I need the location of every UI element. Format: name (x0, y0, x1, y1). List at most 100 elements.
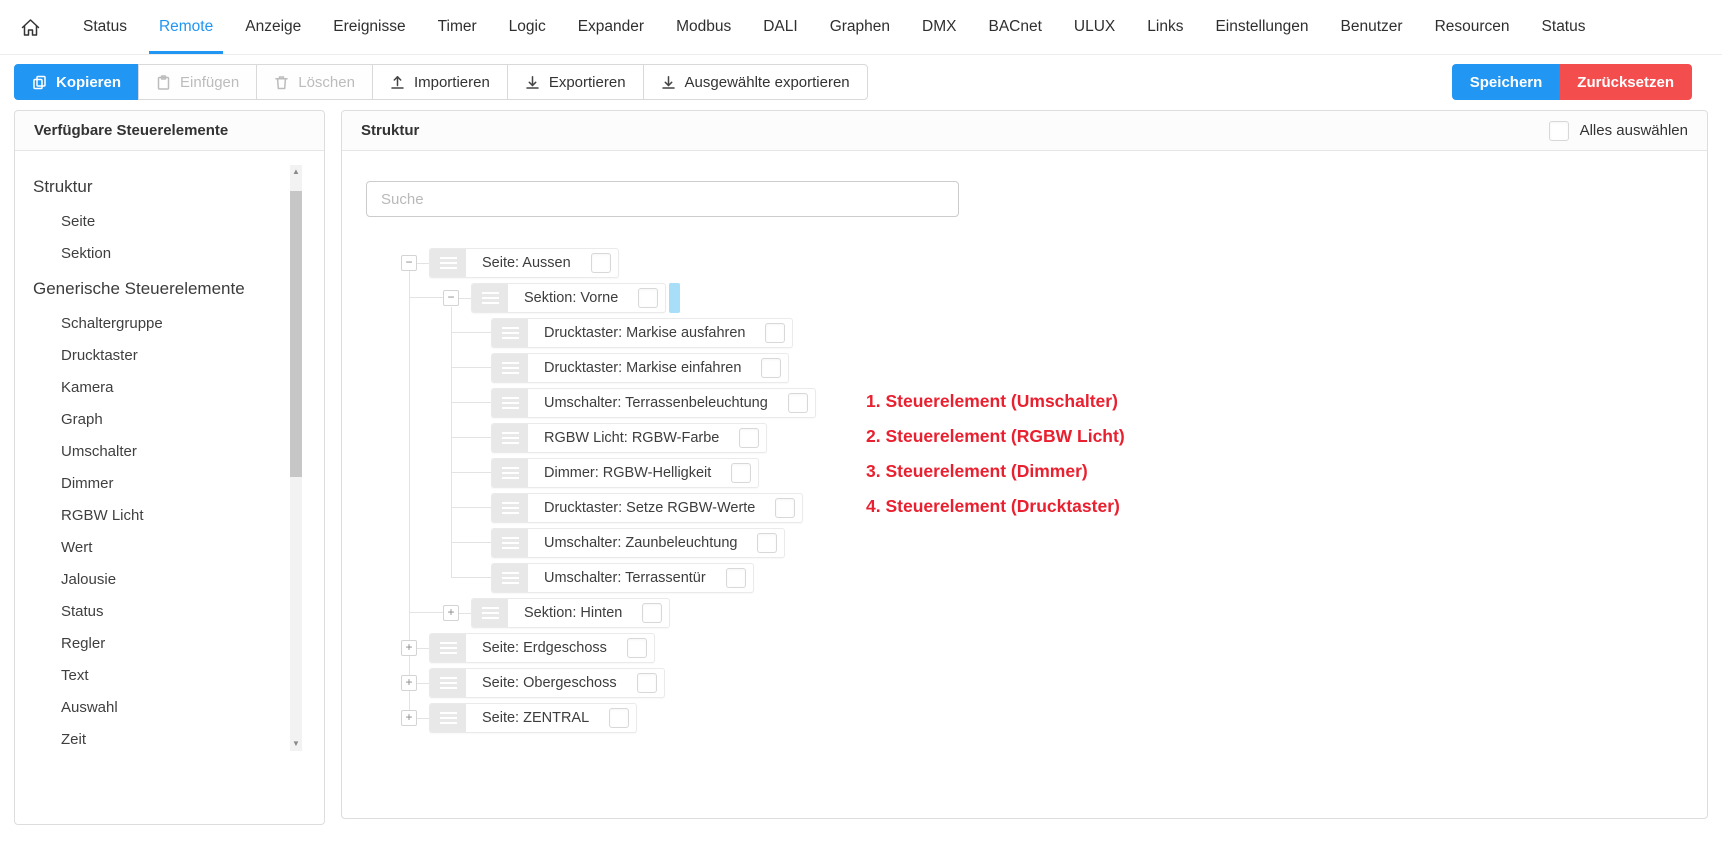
palette-item-zeit[interactable]: Zeit (33, 723, 284, 755)
palette-item-wert[interactable]: Wert (33, 531, 284, 563)
node-checkbox[interactable] (765, 323, 785, 343)
palette-item-auswahl[interactable]: Auswahl (33, 691, 284, 723)
import-button[interactable]: Importieren (372, 64, 508, 100)
drag-handle-icon[interactable] (492, 424, 528, 452)
tree-node-card[interactable]: Seite: ZENTRAL (429, 703, 637, 733)
drag-handle-icon[interactable] (430, 669, 466, 697)
drag-handle-icon[interactable] (430, 704, 466, 732)
tree-node-card[interactable]: Sektion: Hinten (471, 598, 670, 628)
palette-item-text[interactable]: Text (33, 659, 284, 691)
palette-item-jalousie[interactable]: Jalousie (33, 563, 284, 595)
drag-handle-icon[interactable] (492, 319, 528, 347)
node-checkbox[interactable] (726, 568, 746, 588)
nav-item-ulux[interactable]: ULUX (1058, 0, 1131, 54)
drag-handle-icon[interactable] (492, 459, 528, 487)
nav-item-graphen[interactable]: Graphen (814, 0, 906, 54)
search-input[interactable] (366, 181, 959, 217)
drag-handle-icon[interactable] (492, 354, 528, 382)
node-checkbox[interactable] (638, 288, 658, 308)
scrollbar[interactable]: ▲ ▼ (290, 165, 302, 751)
tree-node-card[interactable]: Dimmer: RGBW-Helligkeit (491, 458, 759, 488)
palette-item-seite[interactable]: Seite (33, 205, 284, 237)
palette-item-graph[interactable]: Graph (33, 403, 284, 435)
tree-node-card[interactable]: Sektion: Vorne (471, 283, 666, 313)
nav-item-anzeige[interactable]: Anzeige (229, 0, 317, 54)
nav-item-ereignisse[interactable]: Ereignisse (317, 0, 421, 54)
export-selected-button[interactable]: Ausgewählte exportieren (643, 64, 868, 100)
node-checkbox[interactable] (788, 393, 808, 413)
nav-item-dali[interactable]: DALI (747, 0, 813, 54)
expand-toggle[interactable]: + (401, 710, 417, 726)
nav-item-dmx[interactable]: DMX (906, 0, 972, 54)
node-checkbox[interactable] (591, 253, 611, 273)
palette-item-kamera[interactable]: Kamera (33, 371, 284, 403)
node-checkbox[interactable] (637, 673, 657, 693)
palette-item-status[interactable]: Status (33, 595, 284, 627)
save-button[interactable]: Speichern (1452, 64, 1561, 100)
select-all-checkbox[interactable] (1549, 121, 1569, 141)
export-button[interactable]: Exportieren (507, 64, 644, 100)
expand-toggle[interactable]: + (443, 605, 459, 621)
reset-button[interactable]: Zurücksetzen (1559, 64, 1692, 100)
palette-item-umschalter[interactable]: Umschalter (33, 435, 284, 467)
available-controls-title: Verfügbare Steuerelemente (15, 111, 324, 151)
paste-button-label: Einfügen (180, 74, 239, 91)
node-checkbox[interactable] (775, 498, 795, 518)
nav-item-expander[interactable]: Expander (562, 0, 660, 54)
nav-item-links[interactable]: Links (1131, 0, 1199, 54)
collapse-toggle[interactable]: − (443, 290, 459, 306)
tree-node-label: Dimmer: RGBW-Helligkeit (528, 465, 731, 481)
node-checkbox[interactable] (739, 428, 759, 448)
node-checkbox[interactable] (761, 358, 781, 378)
palette-item-schaltergruppe[interactable]: Schaltergruppe (33, 307, 284, 339)
tree-node-card[interactable]: Drucktaster: Setze RGBW-Werte (491, 493, 803, 523)
drag-handle-icon[interactable] (492, 494, 528, 522)
scrollbar-thumb[interactable] (290, 191, 302, 477)
nav-item-resourcen[interactable]: Resourcen (1419, 0, 1526, 54)
tree-node-card[interactable]: Drucktaster: Markise einfahren (491, 353, 789, 383)
upload-icon (390, 75, 405, 90)
home-icon[interactable] (20, 0, 41, 54)
nav-item-status-2[interactable]: Status (1526, 0, 1602, 54)
palette-item-rgbw-licht[interactable]: RGBW Licht (33, 499, 284, 531)
drag-handle-icon[interactable] (472, 599, 508, 627)
scroll-up-icon[interactable]: ▲ (290, 165, 302, 179)
tree-node-card[interactable]: Drucktaster: Markise ausfahren (491, 318, 793, 348)
collapse-toggle[interactable]: − (401, 255, 417, 271)
palette-item-sektion[interactable]: Sektion (33, 237, 284, 269)
node-checkbox[interactable] (757, 533, 777, 553)
nav-item-timer[interactable]: Timer (422, 0, 493, 54)
nav-item-bacnet[interactable]: BACnet (972, 0, 1057, 54)
node-checkbox[interactable] (609, 708, 629, 728)
drag-handle-icon[interactable] (430, 249, 466, 277)
nav-item-remote[interactable]: Remote (143, 0, 229, 54)
palette-item-regler[interactable]: Regler (33, 627, 284, 659)
tree-node-card[interactable]: Umschalter: Zaunbeleuchtung (491, 528, 785, 558)
drag-handle-icon[interactable] (492, 389, 528, 417)
expand-toggle[interactable]: + (401, 675, 417, 691)
drag-handle-icon[interactable] (492, 564, 528, 592)
palette-item-dimmer[interactable]: Dimmer (33, 467, 284, 499)
tree-node-card[interactable]: Umschalter: Terrassenbeleuchtung (491, 388, 816, 418)
nav-item-logic[interactable]: Logic (493, 0, 562, 54)
nav-item-benutzer[interactable]: Benutzer (1325, 0, 1419, 54)
tree-node-card[interactable]: Umschalter: Terrassentür (491, 563, 754, 593)
drag-handle-icon[interactable] (492, 529, 528, 557)
scroll-down-icon[interactable]: ▼ (290, 737, 302, 751)
nav-item-modbus[interactable]: Modbus (660, 0, 747, 54)
expand-toggle[interactable]: + (401, 640, 417, 656)
node-checkbox[interactable] (642, 603, 662, 623)
nav-item-einstellungen[interactable]: Einstellungen (1199, 0, 1324, 54)
node-checkbox[interactable] (731, 463, 751, 483)
structure-panel-title: Struktur (361, 122, 419, 139)
drag-handle-icon[interactable] (472, 284, 508, 312)
copy-button[interactable]: Kopieren (14, 64, 139, 100)
tree-node-card[interactable]: Seite: Obergeschoss (429, 668, 665, 698)
drag-handle-icon[interactable] (430, 634, 466, 662)
node-checkbox[interactable] (627, 638, 647, 658)
nav-item-status[interactable]: Status (67, 0, 143, 54)
tree-node-card[interactable]: RGBW Licht: RGBW-Farbe (491, 423, 767, 453)
tree-node-card[interactable]: Seite: Erdgeschoss (429, 633, 655, 663)
palette-item-drucktaster[interactable]: Drucktaster (33, 339, 284, 371)
tree-node-card[interactable]: Seite: Aussen (429, 248, 619, 278)
